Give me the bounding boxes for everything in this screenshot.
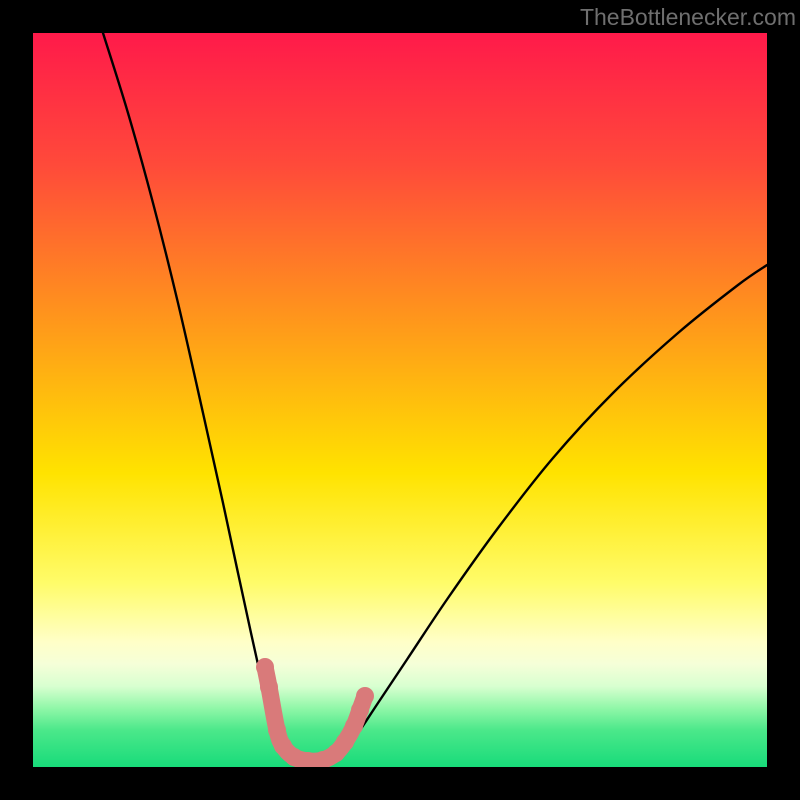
marker-dot (256, 658, 274, 676)
marker-dot (268, 721, 286, 739)
marker-dot (260, 678, 278, 696)
frame-left (0, 0, 33, 800)
frame-bottom (0, 767, 800, 800)
frame-right (767, 0, 800, 800)
marker-dot (356, 687, 374, 705)
chart-plot-area (33, 33, 767, 767)
marker-dot (336, 733, 354, 751)
watermark-text: TheBottlenecker.com (580, 4, 796, 31)
marker-dot (345, 717, 363, 735)
chart-svg (33, 33, 767, 767)
chart-background (33, 33, 767, 767)
